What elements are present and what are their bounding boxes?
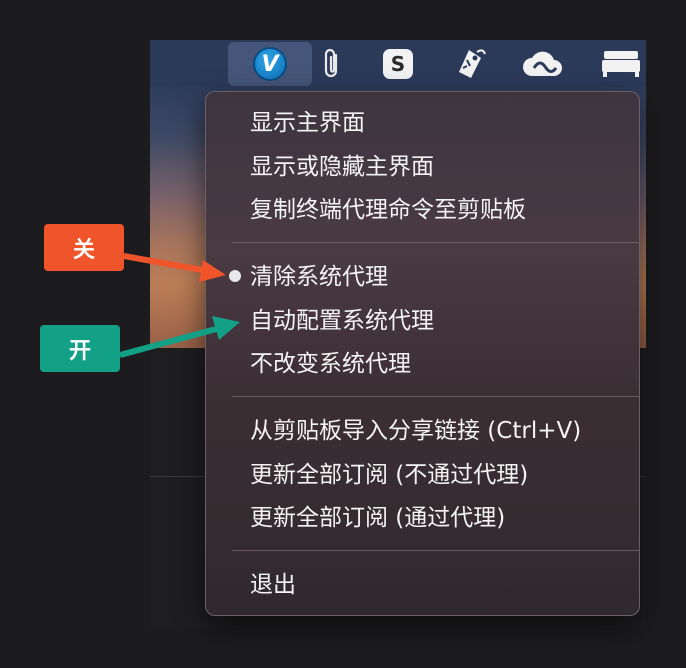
off-arrow-icon [123,253,226,282]
annotation-arrows [119,253,240,358]
on-arrow-icon [119,316,240,358]
